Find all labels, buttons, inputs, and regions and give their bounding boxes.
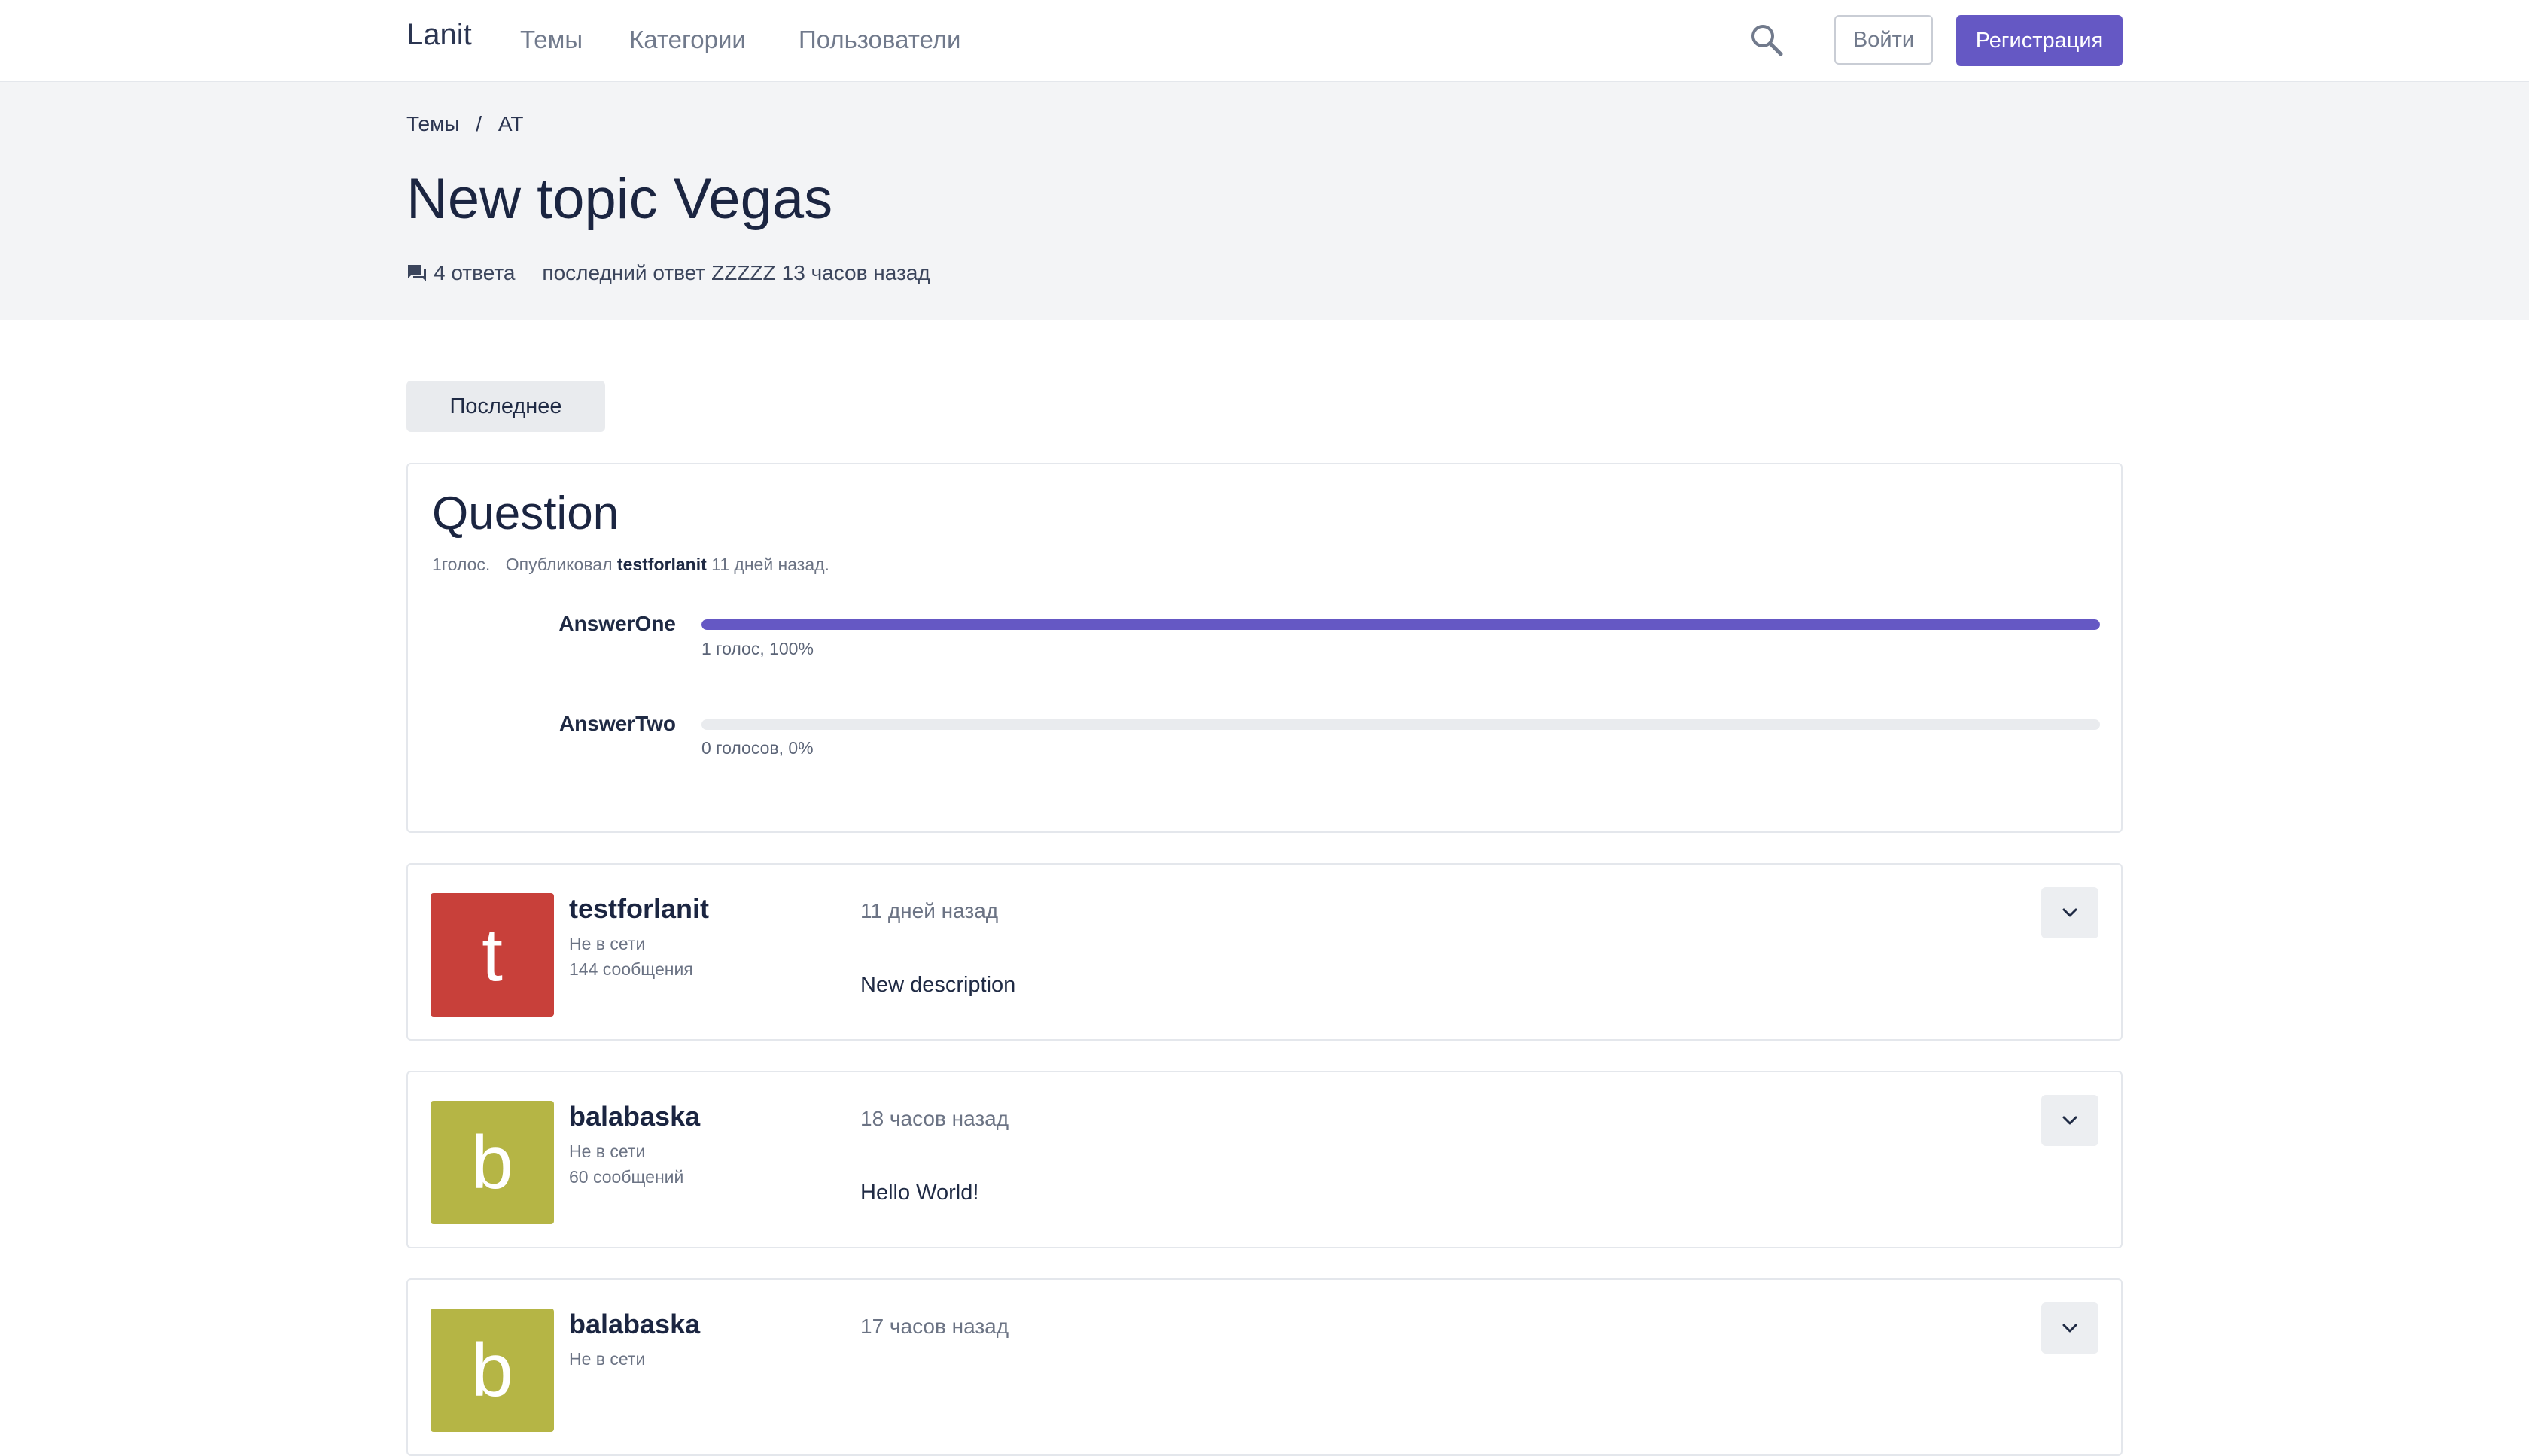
post-menu-button[interactable] [2041, 1095, 2098, 1146]
user-status: Не в сети [569, 1141, 646, 1161]
post-time[interactable]: 18 часов назад [860, 1107, 1009, 1131]
poll-answer-label: AnswerOne [558, 612, 676, 635]
post-card: b balabaska Не в сети 60 сообщений 18 ча… [406, 1071, 2123, 1248]
post-menu-button[interactable] [2041, 1302, 2098, 1354]
poll-meta: 1голос. Опубликовал testforlanit 11 дней… [432, 555, 829, 575]
poll-answer-caption: 0 голосов, 0% [701, 738, 814, 758]
last-reply-user[interactable]: ZZZZZ [711, 261, 776, 285]
user-post-count: 60 сообщений [569, 1167, 684, 1187]
poll-card: Question 1голос. Опубликовал testforlani… [406, 463, 2123, 833]
page-title: New topic Vegas [406, 167, 833, 231]
avatar[interactable]: b [431, 1309, 554, 1432]
poll-published-by: Опубликовал [505, 555, 613, 574]
poll-answer-caption: 1 голос, 100% [701, 639, 814, 658]
register-button[interactable]: Регистрация [1956, 15, 2123, 66]
poll-answer-bar [701, 719, 2100, 730]
topic-header: Темы / AT New topic Vegas 4 ответа после… [0, 82, 2529, 320]
search-icon[interactable] [1749, 23, 1784, 57]
post-card: b balabaska Не в сети 17 часов назад [406, 1278, 2123, 1456]
breadcrumb-topics[interactable]: Темы [406, 112, 459, 135]
brand-logo[interactable]: Lanit [406, 18, 472, 52]
poll-title: Question [432, 488, 619, 540]
chevron-down-icon [2062, 1116, 2077, 1125]
chevron-down-icon [2062, 908, 2077, 917]
top-navbar: Lanit Темы Категории Пользователи Войти … [0, 0, 2529, 82]
post-body: New description [860, 973, 1016, 997]
nav-users[interactable]: Пользователи [799, 26, 960, 54]
post-username[interactable]: testforlanit [569, 893, 709, 925]
poll-author[interactable]: testforlanit [617, 555, 707, 574]
avatar[interactable]: t [431, 893, 554, 1017]
post-menu-button[interactable] [2041, 887, 2098, 938]
last-reply-prefix: последний ответ [542, 261, 706, 284]
poll-votes: 1голос. [432, 555, 491, 574]
poll-answer-bar [701, 619, 2100, 630]
post-time[interactable]: 11 дней назад [860, 899, 998, 923]
nav-topics[interactable]: Темы [520, 26, 583, 54]
breadcrumb-separator: / [476, 112, 482, 135]
post-username[interactable]: balabaska [569, 1101, 700, 1132]
latest-button[interactable]: Последнее [406, 381, 605, 432]
reply-count: 4 ответа [434, 261, 516, 284]
post-time[interactable]: 17 часов назад [860, 1315, 1009, 1339]
poll-answer-bar-fill [701, 619, 2100, 630]
post-username[interactable]: balabaska [569, 1309, 700, 1340]
login-button[interactable]: Войти [1834, 15, 1933, 65]
last-reply-time: 13 часов назад [781, 261, 930, 284]
nav-categories[interactable]: Категории [629, 26, 746, 54]
poll-time: 11 дней назад. [711, 555, 829, 574]
post-card: t testforlanit Не в сети 144 сообщения 1… [406, 863, 2123, 1041]
chevron-down-icon [2062, 1324, 2077, 1333]
post-body: Hello World! [860, 1181, 979, 1205]
user-status: Не в сети [569, 934, 646, 953]
poll-answer-label: AnswerTwo [558, 712, 676, 735]
avatar[interactable]: b [431, 1101, 554, 1224]
breadcrumb: Темы / AT [406, 112, 534, 136]
topic-meta: 4 ответа последний ответ ZZZZZ 13 часов … [406, 261, 930, 285]
user-post-count: 144 сообщения [569, 959, 693, 979]
user-status: Не в сети [569, 1349, 646, 1369]
breadcrumb-category[interactable]: AT [498, 112, 524, 135]
reply-icon [408, 265, 426, 281]
